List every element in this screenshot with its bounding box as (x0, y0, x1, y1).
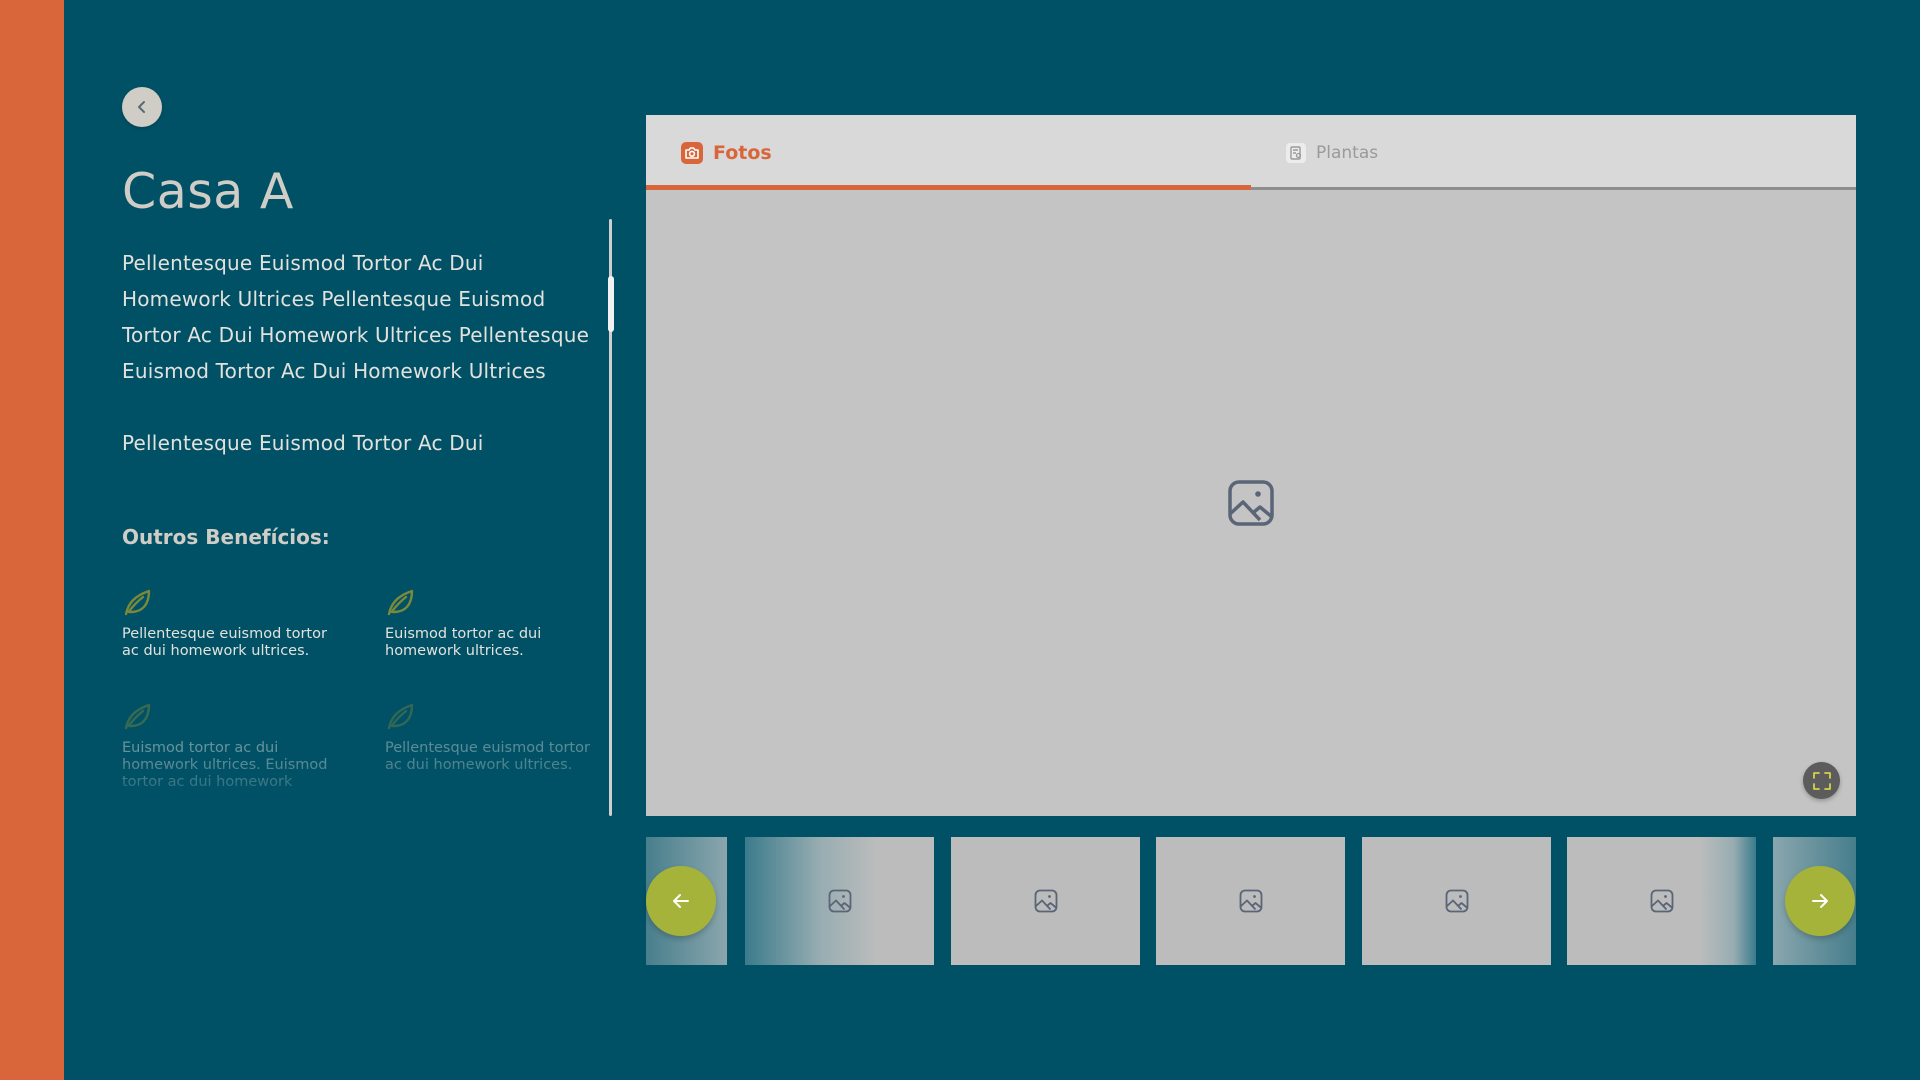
image-placeholder-icon (1650, 889, 1673, 913)
back-button[interactable] (122, 87, 162, 127)
leaf-icon (387, 589, 414, 616)
thumbnail[interactable] (951, 837, 1140, 965)
benefit-item: Pellentesque euismod tortor ac dui homew… (122, 586, 385, 660)
tab-label: Fotos (713, 141, 772, 164)
thumbnail-strip (646, 837, 1856, 965)
benefits-title: Outros Benefícios: (122, 525, 330, 549)
thumbnail[interactable] (1567, 837, 1756, 965)
image-placeholder-icon (1239, 889, 1262, 913)
image-placeholder-icon (1445, 889, 1468, 913)
page-title: Casa A (122, 163, 294, 220)
leaf-icon (124, 589, 151, 616)
chevron-left-icon (138, 101, 145, 113)
thumbnail[interactable] (1156, 837, 1345, 965)
benefit-text: Euismod tortor ac dui homework ultrices. (385, 626, 542, 659)
description-scroll-area[interactable]: Pellentesque Euismod Tortor Ac Dui Homew… (122, 253, 592, 816)
thumbnail[interactable] (1362, 837, 1551, 965)
leaf-icon (387, 703, 414, 730)
next-photo-button[interactable] (1785, 866, 1855, 936)
image-placeholder-icon (1034, 889, 1057, 913)
tab-fotos[interactable]: Fotos (646, 115, 1251, 190)
fullscreen-icon (1812, 771, 1831, 790)
camera-icon (681, 141, 703, 164)
image-placeholder-icon (828, 889, 851, 913)
thumbnail[interactable] (745, 837, 934, 965)
image-placeholder-icon (1228, 480, 1274, 526)
benefit-item: Euismod tortor ac dui homework ultrices. (385, 586, 585, 660)
main-photo[interactable] (646, 190, 1856, 816)
fullscreen-button[interactable] (1803, 762, 1840, 799)
benefit-text: Pellentesque euismod tortor ac dui homew… (122, 626, 327, 659)
tab-plantas[interactable]: Plantas (1251, 115, 1856, 190)
tab-label: Plantas (1316, 142, 1379, 163)
floorplan-icon (1286, 142, 1306, 163)
scrollbar-thumb[interactable] (608, 276, 614, 332)
left-accent-stripe (0, 0, 64, 1080)
previous-photo-button[interactable] (646, 866, 716, 936)
scroll-fade (122, 756, 592, 816)
description-paragraph: Pellentesque Euismod Tortor Ac Dui (122, 431, 484, 455)
arrow-left-icon (673, 894, 689, 908)
description-paragraph: Pellentesque Euismod Tortor Ac Dui Homew… (122, 253, 590, 383)
leaf-icon (124, 703, 151, 730)
arrow-right-icon (1812, 894, 1828, 908)
gallery-tabs: Fotos Plantas (646, 115, 1856, 190)
